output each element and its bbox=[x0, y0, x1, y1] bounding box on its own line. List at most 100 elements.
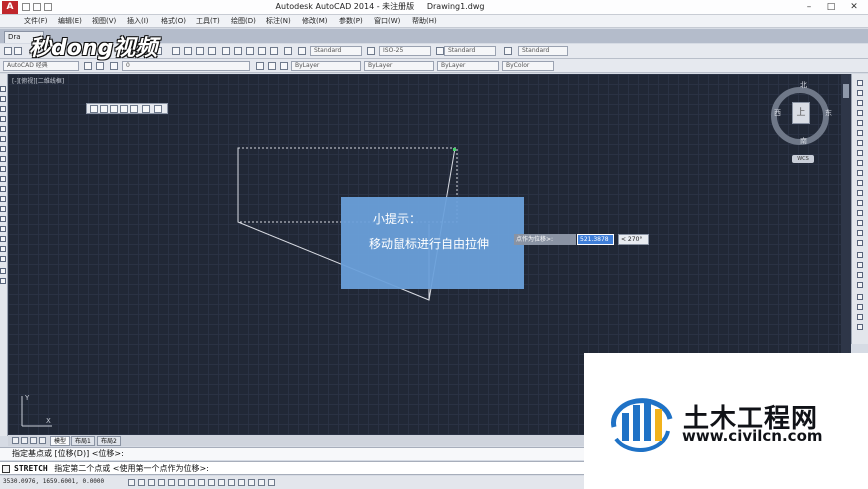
break-icon[interactable] bbox=[857, 190, 863, 196]
draw-order-icon[interactable] bbox=[857, 252, 863, 258]
linetype-select[interactable]: ByLayer bbox=[364, 61, 434, 71]
explode-icon[interactable] bbox=[857, 240, 863, 246]
minimize-button[interactable]: – bbox=[798, 0, 820, 14]
join-icon[interactable] bbox=[857, 200, 863, 206]
dim-style-select[interactable]: ISO-25 bbox=[379, 46, 431, 56]
construction-line-icon[interactable] bbox=[0, 96, 6, 102]
move-icon[interactable] bbox=[857, 130, 863, 136]
rotate-icon[interactable] bbox=[857, 140, 863, 146]
tab-model[interactable]: 模型 bbox=[50, 436, 71, 446]
fillet-icon[interactable] bbox=[857, 220, 863, 226]
plotstyle-select[interactable]: ByColor bbox=[502, 61, 554, 71]
grid-display-icon[interactable] bbox=[148, 479, 155, 486]
ortho-mode-icon[interactable] bbox=[158, 479, 165, 486]
help-icon[interactable] bbox=[284, 47, 292, 55]
tool-palettes-icon[interactable] bbox=[246, 47, 254, 55]
layer-select[interactable]: 0 bbox=[122, 61, 250, 71]
lineweight-select[interactable]: ByLayer bbox=[437, 61, 499, 71]
otrack-icon[interactable] bbox=[198, 479, 205, 486]
polar-tracking-icon[interactable] bbox=[168, 479, 175, 486]
scroll-thumb[interactable] bbox=[843, 84, 849, 98]
menu-draw[interactable]: 绘图(D) bbox=[231, 16, 256, 26]
make-current-layer-icon[interactable] bbox=[256, 62, 264, 70]
text-style-icon[interactable] bbox=[298, 47, 306, 55]
menu-help[interactable]: 帮助(H) bbox=[412, 16, 437, 26]
selection-cycling-icon[interactable] bbox=[258, 479, 265, 486]
snap-mode-icon[interactable] bbox=[138, 479, 145, 486]
dynamic-input-distance[interactable]: 521.3878 bbox=[577, 234, 614, 245]
color-select[interactable]: ByLayer bbox=[291, 61, 361, 71]
copy-icon[interactable] bbox=[857, 90, 863, 96]
compass-east[interactable]: 东 bbox=[825, 108, 832, 118]
hatch-edit-icon[interactable] bbox=[857, 304, 863, 310]
compass-west[interactable]: 西 bbox=[774, 108, 781, 118]
table-icon[interactable] bbox=[0, 256, 6, 262]
region-icon[interactable] bbox=[0, 246, 6, 252]
make-block-icon[interactable] bbox=[0, 206, 6, 212]
zoom-realtime-icon[interactable] bbox=[184, 47, 192, 55]
layer-iso-icon[interactable] bbox=[857, 262, 863, 268]
hatch-icon[interactable] bbox=[0, 226, 6, 232]
point-icon[interactable] bbox=[0, 216, 6, 222]
3d-object-snap-icon[interactable] bbox=[188, 479, 195, 486]
menu-insert[interactable]: 插入(I) bbox=[127, 16, 149, 26]
table-style-icon[interactable] bbox=[436, 47, 444, 55]
object-snap-icon[interactable] bbox=[178, 479, 185, 486]
text-style-select[interactable]: Standard bbox=[310, 46, 362, 56]
maximize-button[interactable]: □ bbox=[820, 0, 842, 14]
add-selected-icon[interactable] bbox=[0, 278, 6, 284]
lineweight-icon[interactable] bbox=[228, 479, 235, 486]
group-icon[interactable] bbox=[857, 282, 863, 288]
first-layout-icon[interactable] bbox=[12, 437, 19, 444]
command-icon[interactable] bbox=[2, 465, 10, 473]
compass-north[interactable]: 北 bbox=[800, 80, 807, 90]
prev-layout-icon[interactable] bbox=[21, 437, 28, 444]
circle-icon[interactable] bbox=[0, 146, 6, 152]
menu-edit[interactable]: 编辑(E) bbox=[58, 16, 82, 26]
dynamic-input-icon[interactable] bbox=[218, 479, 225, 486]
mleader-style-icon[interactable] bbox=[504, 47, 512, 55]
polyline-icon[interactable] bbox=[0, 106, 6, 112]
workspace-save-icon[interactable] bbox=[96, 62, 104, 70]
workspace-select[interactable]: AutoCAD 经典 bbox=[3, 61, 79, 71]
open-file-icon[interactable] bbox=[14, 47, 22, 55]
gradient-icon[interactable] bbox=[0, 236, 6, 242]
layer-previous-icon[interactable] bbox=[268, 62, 276, 70]
arc-icon[interactable] bbox=[0, 136, 6, 142]
tab-layout2[interactable]: 布局2 bbox=[97, 436, 121, 446]
menu-dimension[interactable]: 标注(N) bbox=[266, 16, 291, 26]
design-center-icon[interactable] bbox=[234, 47, 242, 55]
trim-icon[interactable] bbox=[857, 170, 863, 176]
last-layout-icon[interactable] bbox=[39, 437, 46, 444]
menu-file[interactable]: 文件(F) bbox=[24, 16, 48, 26]
pan-icon[interactable] bbox=[172, 47, 180, 55]
ellipse-icon[interactable] bbox=[0, 176, 6, 182]
table-style-select[interactable]: Standard bbox=[444, 46, 496, 56]
zoom-window-icon[interactable] bbox=[196, 47, 204, 55]
markup-icon[interactable] bbox=[270, 47, 278, 55]
rectangle-icon[interactable] bbox=[0, 126, 6, 132]
array-icon[interactable] bbox=[857, 120, 863, 126]
ducs-icon[interactable] bbox=[208, 479, 215, 486]
sheet-set-icon[interactable] bbox=[258, 47, 266, 55]
stretch-icon[interactable] bbox=[857, 160, 863, 166]
dynamic-input-angle[interactable]: < 270° bbox=[618, 234, 649, 245]
mirror-icon[interactable] bbox=[857, 100, 863, 106]
match-prop-icon[interactable] bbox=[857, 272, 863, 278]
tab-layout1[interactable]: 布局1 bbox=[71, 436, 95, 446]
transparency-icon[interactable] bbox=[238, 479, 245, 486]
wcs-menu[interactable]: WCS bbox=[792, 155, 814, 163]
dim-style-icon[interactable] bbox=[367, 47, 375, 55]
menu-window[interactable]: 窗口(W) bbox=[374, 16, 400, 26]
layer-state-icon[interactable] bbox=[280, 62, 288, 70]
menu-parametric[interactable]: 参数(P) bbox=[339, 16, 363, 26]
offset-icon[interactable] bbox=[857, 110, 863, 116]
mleader-style-select[interactable]: Standard bbox=[518, 46, 568, 56]
multiline-text-icon[interactable] bbox=[0, 268, 6, 274]
layer-properties-icon[interactable] bbox=[110, 62, 118, 70]
compass-south[interactable]: 南 bbox=[800, 136, 807, 146]
qnew-icon[interactable] bbox=[4, 47, 12, 55]
chamfer-icon[interactable] bbox=[857, 210, 863, 216]
next-layout-icon[interactable] bbox=[30, 437, 37, 444]
blend-icon[interactable] bbox=[857, 230, 863, 236]
